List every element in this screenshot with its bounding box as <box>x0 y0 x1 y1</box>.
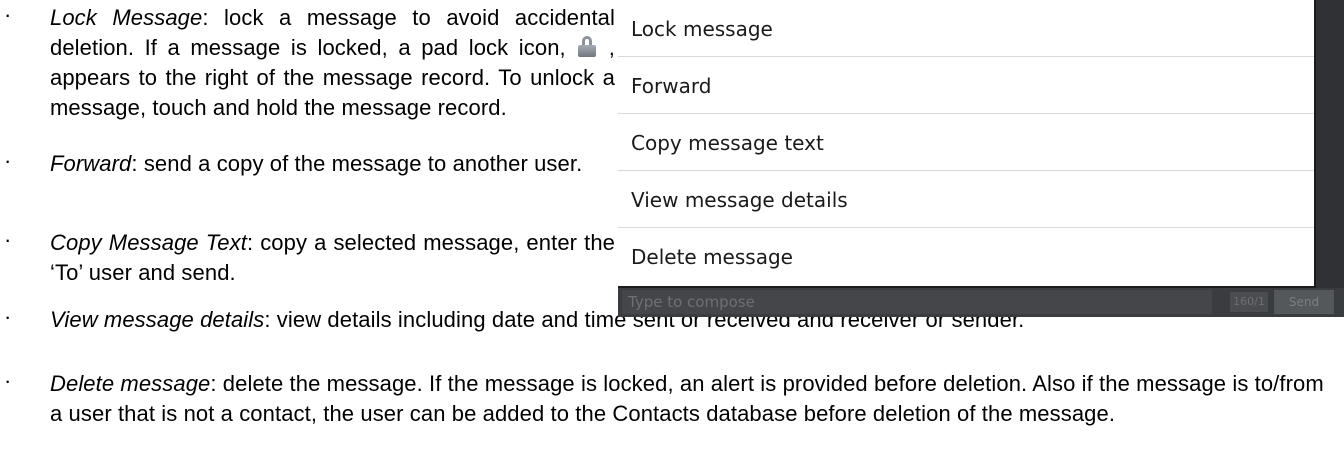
compose-input[interactable]: Type to compose <box>622 290 1212 314</box>
context-menu-screenshot: Lock message Forward Copy message text V… <box>618 0 1344 317</box>
list-item-forward: Forward: send a copy of the message to a… <box>50 151 583 176</box>
term-delete-message: Delete message <box>50 371 211 396</box>
description: delete the message. If the message is lo… <box>50 371 1324 426</box>
send-button[interactable]: Send <box>1274 290 1334 314</box>
list-item-lock-message: Lock Message: lock a message to avoid ac… <box>50 5 615 120</box>
character-counter: 160/1 <box>1230 292 1268 312</box>
menu-item-delete-message[interactable]: Delete message <box>618 228 1314 285</box>
list-item-copy-message-text: Copy Message Text: copy a selected messa… <box>50 230 615 285</box>
bullet-glyph: · <box>4 227 12 252</box>
menu-item-copy-message-text[interactable]: Copy message text <box>618 114 1314 171</box>
bullet-glyph: · <box>4 148 12 173</box>
menu-item-lock-message[interactable]: Lock message <box>618 0 1314 57</box>
compose-bar: Type to compose 160/1 Send <box>618 288 1344 317</box>
padlock-icon <box>578 36 597 57</box>
bullet-glyph: · <box>4 368 12 393</box>
bullet-glyph: · <box>4 304 12 329</box>
term-lock-message: Lock Message <box>50 5 203 30</box>
menu-item-forward[interactable]: Forward <box>618 57 1314 114</box>
term-view-message-details: View message details <box>50 307 265 332</box>
description: send a copy of the message to another us… <box>137 151 583 176</box>
bullet-glyph: · <box>4 2 12 27</box>
context-menu: Lock message Forward Copy message text V… <box>618 0 1316 288</box>
term-copy-message-text: Copy Message Text <box>50 230 247 255</box>
term-forward: Forward <box>50 151 132 176</box>
menu-item-view-message-details[interactable]: View message details <box>618 171 1314 228</box>
list-item-delete-message: Delete message: delete the message. If t… <box>50 371 1324 426</box>
